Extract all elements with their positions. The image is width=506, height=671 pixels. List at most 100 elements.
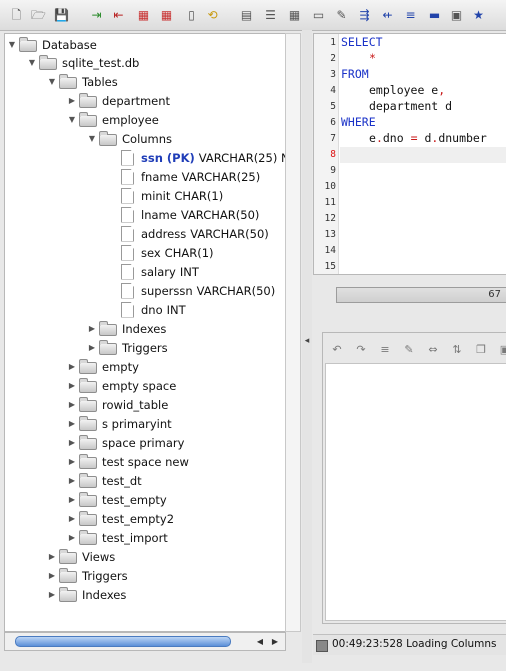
document-icon[interactable]: ▭ — [310, 6, 327, 23]
tree-node-column[interactable]: superssn VARCHAR(50) — [105, 281, 275, 300]
tree-node-label: test_empty — [102, 492, 167, 507]
split-icon[interactable]: ⇔ — [425, 342, 441, 356]
tree-node-indexes[interactable]: ▶ Indexes — [85, 319, 166, 338]
clear-icon[interactable]: ▯ — [183, 6, 200, 23]
tree-node-table[interactable]: ▼ employee — [65, 110, 159, 129]
save-icon[interactable]: 💾 — [53, 6, 70, 23]
add-table-icon[interactable]: ▦ — [158, 6, 175, 23]
scroll-left-arrow-icon[interactable]: ◀ — [253, 634, 267, 648]
tree-node-columns[interactable]: ▼ Columns — [85, 129, 172, 148]
tree-node-column[interactable]: lname VARCHAR(50) — [105, 205, 259, 224]
new-file-icon[interactable]: 🗋 — [8, 6, 25, 23]
sort-icon[interactable]: ⇅ — [449, 342, 465, 356]
code-token: d — [417, 131, 432, 145]
paste-icon[interactable]: ▣ — [497, 342, 506, 356]
refresh-icon[interactable]: ⟲ — [204, 6, 221, 23]
tree-node-column[interactable]: dno INT — [105, 300, 186, 319]
expand-arrow-icon[interactable]: ▼ — [45, 72, 59, 91]
edit-icon[interactable]: ✎ — [401, 342, 417, 356]
column-document-icon — [121, 244, 134, 261]
collapsed-arrow-icon[interactable]: ▶ — [65, 357, 79, 376]
collapsed-arrow-icon[interactable]: ▶ — [65, 395, 79, 414]
export-icon[interactable]: ⇤ — [110, 6, 127, 23]
collapsed-arrow-icon[interactable]: ▶ — [65, 452, 79, 471]
expand-arrow-icon[interactable]: ▼ — [25, 53, 39, 72]
tree-horizontal-scrollbar[interactable]: ◀ ▶ — [4, 632, 286, 651]
expand-arrow-icon[interactable]: ▼ — [5, 35, 19, 54]
scrollbar-thumb[interactable] — [15, 636, 231, 647]
collapse-arrow-icon[interactable]: ◂ — [302, 334, 312, 348]
tree-node-table[interactable]: ▶ test_dt — [65, 471, 142, 490]
edit-icon[interactable]: ✎ — [333, 6, 350, 23]
tree-node-db[interactable]: ▼ sqlite_test.db — [25, 53, 139, 72]
collapsed-arrow-icon[interactable]: ▶ — [65, 414, 79, 433]
results-area[interactable] — [325, 363, 506, 621]
redo-icon[interactable]: ↷ — [353, 342, 369, 356]
favorite-icon[interactable]: ★ — [470, 6, 487, 23]
copy-icon[interactable]: ❐ — [473, 342, 489, 356]
collapsed-arrow-icon[interactable]: ▶ — [45, 547, 59, 566]
collapsed-arrow-icon[interactable]: ▶ — [65, 376, 79, 395]
collapsed-arrow-icon[interactable]: ▶ — [85, 319, 99, 338]
tree-node-column[interactable]: sex CHAR(1) — [105, 243, 214, 262]
collapsed-arrow-icon[interactable]: ▶ — [65, 509, 79, 528]
collapsed-arrow-icon[interactable]: ▶ — [45, 566, 59, 585]
tree-node-table[interactable]: ▶ test space new — [65, 452, 189, 471]
outdent-icon[interactable]: ⇷ — [379, 6, 396, 23]
undo-icon[interactable]: ↶ — [329, 342, 345, 356]
tree-node-triggers[interactable]: ▶ Triggers — [85, 338, 168, 357]
code-token: employee e — [369, 83, 439, 97]
tree-node-table[interactable]: ▶ empty space — [65, 376, 176, 395]
tree-node-database[interactable]: ▼ Database — [5, 35, 97, 54]
table-view-icon[interactable]: ▤ — [238, 6, 255, 23]
tree-node-column[interactable]: address VARCHAR(50) — [105, 224, 269, 243]
open-folder-icon[interactable]: 🗁 — [30, 6, 47, 23]
tree-node-tables[interactable]: ▼ Tables — [45, 72, 118, 91]
tree-node-indexes[interactable]: ▶ Indexes — [45, 585, 126, 604]
tree-node-column[interactable]: ssn(PK)VARCHAR(25) Not N — [105, 148, 285, 167]
grid-view-icon[interactable]: ▦ — [286, 6, 303, 23]
tree-node-triggers[interactable]: ▶ Triggers — [45, 566, 128, 585]
tree-node-column[interactable]: salary INT — [105, 262, 199, 281]
tree-node-views[interactable]: ▶ Views — [45, 547, 115, 566]
status-bar: 00:49:23:528 Loading Columns — [313, 634, 506, 655]
collapsed-arrow-icon[interactable]: ▶ — [65, 91, 79, 110]
import-icon[interactable]: ⇥ — [88, 6, 105, 23]
folder-icon — [79, 93, 97, 108]
collapsed-arrow-icon[interactable]: ▶ — [65, 490, 79, 509]
expand-arrow-icon[interactable]: ▼ — [85, 129, 99, 148]
collapsed-arrow-icon[interactable]: ▶ — [65, 528, 79, 547]
tree-node-table[interactable]: ▶ s primaryint — [65, 414, 172, 433]
collapsed-arrow-icon[interactable]: ▶ — [65, 433, 79, 452]
tree-node-table[interactable]: ▶ department — [65, 91, 170, 110]
tree-node-column[interactable]: minit CHAR(1) — [105, 186, 223, 205]
collapsed-arrow-icon[interactable]: ▶ — [85, 338, 99, 357]
column-document-icon — [121, 168, 134, 185]
tree-node-table[interactable]: ▶ space primary — [65, 433, 184, 452]
comment-icon[interactable]: ▬ — [426, 6, 443, 23]
tree-node-table[interactable]: ▶ test_empty — [65, 490, 167, 509]
collapsed-arrow-icon[interactable]: ▶ — [65, 471, 79, 490]
tree-node-table[interactable]: ▶ rowid_table — [65, 395, 168, 414]
tree-node-table[interactable]: ▶ empty — [65, 357, 139, 376]
line-number: 14 — [324, 245, 336, 256]
tree-node-column[interactable]: fname VARCHAR(25) — [105, 167, 260, 186]
tree-node-table[interactable]: ▶ test_empty2 — [65, 509, 174, 528]
scroll-right-arrow-icon[interactable]: ▶ — [268, 634, 282, 648]
format-icon[interactable]: ≡ — [402, 6, 419, 23]
tree-node-table[interactable]: ▶ test_import — [65, 528, 168, 547]
bookmark-icon[interactable]: ▣ — [448, 6, 465, 23]
tree-vertical-scrollbar[interactable] — [285, 33, 301, 632]
sql-operator: = — [410, 131, 418, 145]
indent-icon[interactable]: ⇶ — [356, 6, 373, 23]
sql-editor[interactable]: 1 2 3 4 5 6 7 8 9 10 11 12 13 14 15 SELECT * FROM empl… — [313, 33, 506, 275]
format-icon[interactable]: ≡ — [377, 342, 393, 356]
collapsed-arrow-icon[interactable]: ▶ — [45, 585, 59, 604]
column-document-icon — [121, 187, 134, 204]
database-tree: ▼ Database ▼ sqlite_test.db ▼ Tables ▶ departme… — [4, 33, 286, 632]
expand-arrow-icon[interactable]: ▼ — [65, 110, 79, 129]
delete-table-icon[interactable]: ▦ — [135, 6, 152, 23]
list-view-icon[interactable]: ☰ — [262, 6, 279, 23]
